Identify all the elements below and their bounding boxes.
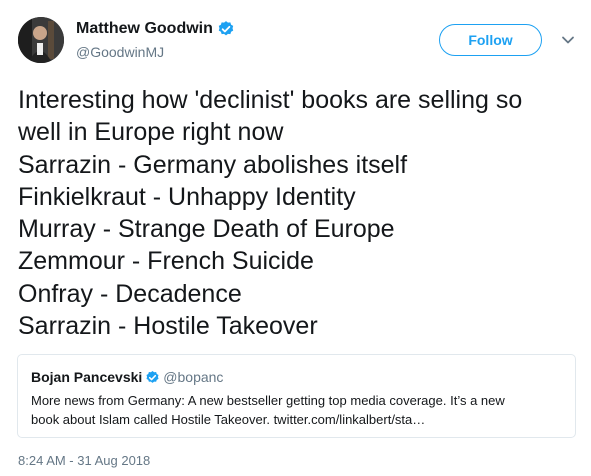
author-name[interactable]: Matthew Goodwin [76,20,235,38]
tweet-line: Sarrazin - Hostile Takeover [18,312,318,341]
tweet-timestamp[interactable]: 8:24 AM - 31 Aug 2018 [18,453,150,468]
tweet-line: Zemmour - French Suicide [18,247,314,276]
tweet-line: well in Europe right now [18,118,284,147]
quoted-tweet-header: Bojan Pancevski @bopanc [31,369,223,385]
quoted-author-handle: @bopanc [163,369,224,385]
follow-button[interactable]: Follow [439,24,542,56]
quoted-tweet-card[interactable]: Bojan Pancevski @bopanc More news from G… [17,354,576,438]
quoted-tweet-line: book about Islam called Hostile Takeover… [31,412,426,427]
author-handle[interactable]: @GoodwinMJ [76,44,164,60]
tweet-line: Sarrazin - Germany abolishes itself [18,150,408,179]
tweet-line: Onfray - Decadence [18,279,242,308]
tweet-line: Interesting how 'declinist' books are se… [18,86,523,114]
verified-badge-icon [146,370,159,383]
avatar-photo [18,17,64,63]
verified-badge-icon [218,21,234,36]
quoted-tweet-text: More news from Germany: A new bestseller… [31,391,561,429]
tweet-line: Finkielkraut - Unhappy Identity [18,182,356,211]
author-name-text: Matthew Goodwin [76,20,213,37]
quoted-author-name: Bojan Pancevski [31,369,143,385]
tweet-text: Interesting how 'declinist' books are se… [18,84,583,342]
quoted-tweet-line: More news from Germany: A new bestseller… [31,393,505,408]
tweet-line: Murray - Strange Death of Europe [18,215,395,244]
chevron-down-icon[interactable] [559,31,577,49]
author-avatar[interactable] [18,17,64,63]
